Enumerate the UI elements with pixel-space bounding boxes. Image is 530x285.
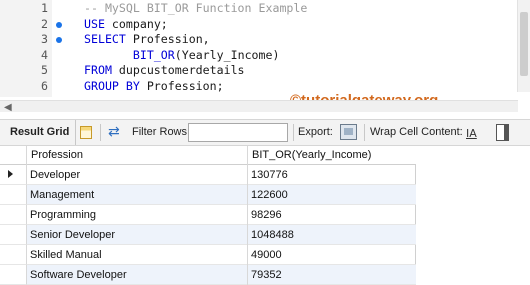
current-row-caret-icon bbox=[8, 170, 13, 178]
result-toolbar: Result Grid ⇄ Filter Rows: Export: Wrap … bbox=[0, 119, 530, 146]
code-line[interactable]: 2 USE company; bbox=[0, 17, 530, 33]
sql-text: company; bbox=[104, 16, 168, 31]
code-text[interactable]: FROM dupcustomerdetails bbox=[84, 63, 245, 79]
grid-icon[interactable] bbox=[80, 126, 92, 139]
sql-keyword: FROM bbox=[84, 63, 112, 77]
export-label: Export: bbox=[298, 126, 333, 138]
cell-profession[interactable]: Management bbox=[27, 185, 248, 205]
cell-profession[interactable]: Software Developer bbox=[27, 265, 248, 285]
code-line[interactable]: 3 SELECT Profession, bbox=[0, 32, 530, 48]
toolbar-divider bbox=[100, 124, 101, 141]
line-number: 1 bbox=[41, 1, 48, 15]
cell-profession[interactable]: Skilled Manual bbox=[27, 245, 248, 265]
code-line[interactable]: 1 -- MySQL BIT_OR Function Example bbox=[0, 1, 530, 17]
table-row[interactable]: Management 122600 bbox=[27, 185, 416, 205]
scrollbar-thumb[interactable] bbox=[520, 12, 528, 76]
row-header[interactable] bbox=[0, 205, 27, 225]
sql-text: dupcustomerdetails bbox=[111, 63, 245, 77]
column-header-profession[interactable]: Profession bbox=[27, 146, 248, 165]
cell-bit-or[interactable]: 49000 bbox=[248, 245, 416, 265]
sql-keyword: GROUP BY bbox=[84, 78, 140, 93]
code-text[interactable]: BIT_OR(Yearly_Income) bbox=[84, 47, 280, 64]
table-row[interactable]: Software Developer 79352 bbox=[27, 265, 416, 285]
sql-text: (Yearly_Income) bbox=[174, 47, 280, 62]
statement-marker-icon bbox=[56, 21, 62, 28]
row-header[interactable] bbox=[0, 185, 27, 205]
sql-comment: -- MySQL BIT_OR Function Example bbox=[84, 1, 308, 15]
sql-keyword: SELECT bbox=[84, 32, 126, 46]
result-grid[interactable]: Profession BIT_OR(Yearly_Income) Develop… bbox=[0, 146, 416, 285]
row-header[interactable] bbox=[0, 225, 27, 245]
row-header[interactable] bbox=[0, 265, 27, 285]
code-text[interactable]: SELECT Profession, bbox=[84, 32, 210, 48]
row-header[interactable] bbox=[0, 165, 27, 185]
export-icon[interactable] bbox=[340, 124, 357, 140]
grid-header: Profession BIT_OR(Yearly_Income) bbox=[0, 146, 416, 165]
refresh-icon[interactable]: ⇄ bbox=[108, 123, 120, 148]
wrap-cell-content-icon[interactable]: IA bbox=[466, 121, 477, 146]
sql-keyword: BIT_OR bbox=[132, 47, 175, 62]
table-row[interactable]: Programming 98296 bbox=[27, 205, 416, 225]
filter-rows-input[interactable] bbox=[188, 123, 288, 142]
code-line[interactable]: 4 BIT_OR(Yearly_Income) bbox=[0, 48, 530, 64]
row-header-corner bbox=[0, 146, 27, 165]
column-header-bit-or[interactable]: BIT_OR(Yearly_Income) bbox=[248, 146, 416, 165]
row-header[interactable] bbox=[0, 245, 27, 265]
cell-profession[interactable]: Programming bbox=[27, 205, 248, 225]
line-number: 2 bbox=[41, 16, 48, 31]
table-row[interactable]: Skilled Manual 49000 bbox=[27, 245, 416, 265]
wrap-cell-content-label: Wrap Cell Content: bbox=[370, 126, 463, 138]
toggle-panel-icon[interactable] bbox=[496, 124, 509, 141]
table-row[interactable]: Senior Developer 1048488 bbox=[27, 225, 416, 245]
code-text[interactable]: GROUP BY Profession; bbox=[84, 79, 224, 95]
sql-editor[interactable]: 1 -- MySQL BIT_OR Function Example 2 USE co… bbox=[0, 0, 530, 97]
cell-bit-or[interactable]: 122600 bbox=[248, 185, 416, 205]
empty-area bbox=[416, 146, 518, 285]
cell-profession[interactable]: Developer bbox=[27, 165, 248, 185]
cell-profession[interactable]: Senior Developer bbox=[27, 225, 248, 245]
sql-text: Profession, bbox=[125, 32, 210, 46]
line-number: 4 bbox=[41, 47, 48, 62]
code-text[interactable]: USE company; bbox=[84, 17, 168, 33]
cell-bit-or[interactable]: 98296 bbox=[248, 205, 416, 225]
line-number: 5 bbox=[41, 63, 48, 77]
statement-marker-icon bbox=[56, 37, 62, 43]
line-number: 3 bbox=[41, 32, 48, 46]
cell-bit-or[interactable]: 1048488 bbox=[248, 225, 416, 245]
toolbar-divider bbox=[364, 124, 365, 141]
code-text[interactable]: -- MySQL BIT_OR Function Example bbox=[84, 1, 307, 17]
line-number: 6 bbox=[41, 78, 48, 93]
editor-vertical-scrollbar[interactable] bbox=[517, 0, 530, 92]
sql-text: Profession; bbox=[139, 78, 224, 93]
scroll-left-arrow-icon[interactable]: ◀ bbox=[4, 102, 12, 113]
code-line[interactable]: 6 GROUP BY Profession; bbox=[0, 79, 530, 95]
toolbar-divider bbox=[293, 124, 294, 141]
code-line[interactable]: 5 FROM dupcustomerdetails bbox=[0, 63, 530, 79]
result-grid-tab[interactable]: Result Grid bbox=[4, 120, 77, 145]
filter-rows-label: Filter Rows: bbox=[132, 126, 191, 138]
editor-horizontal-scrollbar[interactable]: ◀ bbox=[0, 100, 518, 113]
cell-bit-or[interactable]: 79352 bbox=[248, 265, 416, 285]
cell-bit-or[interactable]: 130776 bbox=[248, 165, 416, 185]
table-row[interactable]: Developer 130776 bbox=[27, 165, 416, 185]
sql-keyword: USE bbox=[84, 16, 105, 31]
